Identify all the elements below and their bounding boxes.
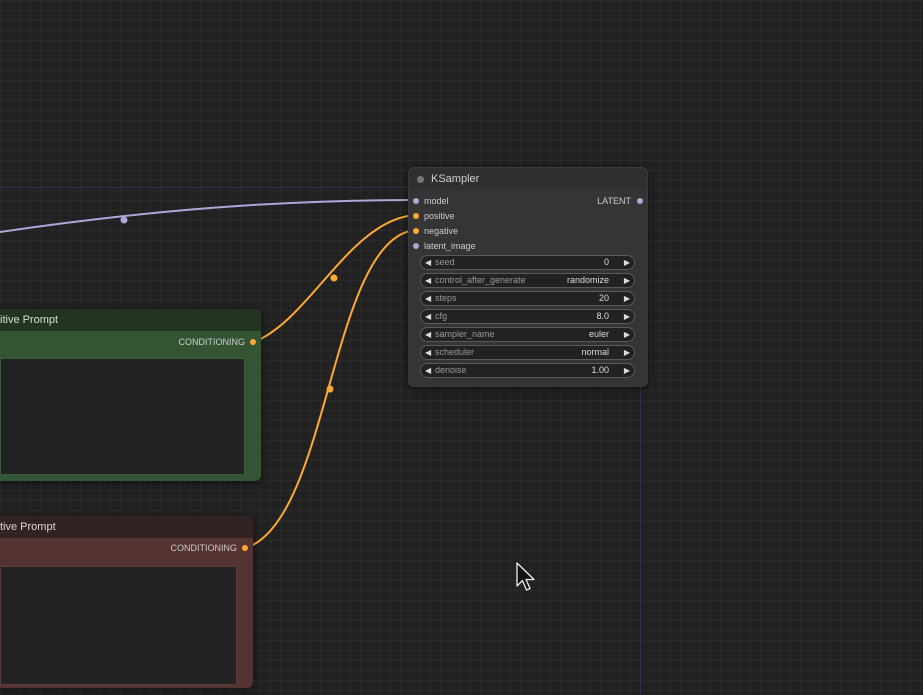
widget-value: 0 <box>603 257 609 267</box>
ksampler-node[interactable]: KSampler model positive negative latent_… <box>408 167 648 387</box>
collapse-toggle-icon[interactable] <box>417 176 424 183</box>
widget-steps[interactable]: ◀ steps 20 ▶ <box>420 291 635 306</box>
output-label-conditioning: CONDITIONING <box>170 543 238 553</box>
decrement-arrow-icon[interactable]: ◀ <box>425 274 431 287</box>
node-title-bar[interactable]: KSampler <box>409 168 647 190</box>
input-label-latent-image: latent_image <box>424 241 476 251</box>
widget-value: 8.0 <box>596 311 609 321</box>
output-slot-conditioning[interactable] <box>242 545 248 551</box>
node-title-bar[interactable]: itive Prompt <box>0 309 261 331</box>
input-slot-latent-image[interactable] <box>413 243 419 249</box>
increment-arrow-icon[interactable]: ▶ <box>624 310 630 323</box>
decrement-arrow-icon[interactable]: ◀ <box>425 364 431 377</box>
prompt-text-area[interactable] <box>0 566 237 685</box>
negative-prompt-node[interactable]: tive Prompt CONDITIONING <box>0 516 253 688</box>
input-label-model: model <box>424 196 449 206</box>
link-positive-midpoint[interactable] <box>330 274 338 282</box>
widget-cfg[interactable]: ◀ cfg 8.0 ▶ <box>420 309 635 324</box>
decrement-arrow-icon[interactable]: ◀ <box>425 310 431 323</box>
widget-sampler-name[interactable]: ◀ sampler_name euler ▶ <box>420 327 635 342</box>
widget-scheduler[interactable]: ◀ scheduler normal ▶ <box>420 345 635 360</box>
increment-arrow-icon[interactable]: ▶ <box>624 292 630 305</box>
input-slot-negative[interactable] <box>413 228 419 234</box>
input-label-negative: negative <box>424 226 459 236</box>
link-model[interactable] <box>0 199 416 233</box>
link-negative-midpoint[interactable] <box>326 385 334 393</box>
widget-value: euler <box>588 329 609 339</box>
decrement-arrow-icon[interactable]: ◀ <box>425 256 431 269</box>
increment-arrow-icon[interactable]: ▶ <box>624 274 630 287</box>
widget-denoise[interactable]: ◀ denoise 1.00 ▶ <box>420 363 635 378</box>
output-label-latent: LATENT <box>597 196 631 206</box>
decrement-arrow-icon[interactable]: ◀ <box>425 328 431 341</box>
input-slot-positive[interactable] <box>413 213 419 219</box>
widget-control-after-generate[interactable]: ◀ control_after_generate randomize ▶ <box>420 273 635 288</box>
widget-name: scheduler <box>435 347 475 357</box>
link-model-midpoint[interactable] <box>120 216 128 224</box>
widget-value: normal <box>581 347 609 357</box>
output-label-conditioning: CONDITIONING <box>178 337 246 347</box>
positive-prompt-node[interactable]: itive Prompt CONDITIONING <box>0 309 261 481</box>
node-title: itive Prompt <box>0 314 59 326</box>
node-title: tive Prompt <box>0 521 56 533</box>
output-slot-latent[interactable] <box>637 198 643 204</box>
widget-name: sampler_name <box>435 329 495 339</box>
increment-arrow-icon[interactable]: ▶ <box>624 328 630 341</box>
input-slot-model[interactable] <box>413 198 419 204</box>
widget-seed[interactable]: ◀ seed 0 ▶ <box>420 255 635 270</box>
widget-name: seed <box>435 257 455 267</box>
output-slot-conditioning[interactable] <box>250 339 256 345</box>
mouse-pointer-icon <box>516 562 535 591</box>
widget-value: 20 <box>598 293 609 303</box>
decrement-arrow-icon[interactable]: ◀ <box>425 346 431 359</box>
widget-name: cfg <box>435 311 448 321</box>
widget-name: denoise <box>435 365 467 375</box>
increment-arrow-icon[interactable]: ▶ <box>624 346 630 359</box>
prompt-text-area[interactable] <box>0 358 245 475</box>
widget-value: randomize <box>566 275 609 285</box>
widget-name: steps <box>435 293 457 303</box>
input-label-positive: positive <box>424 211 455 221</box>
widget-name: control_after_generate <box>435 275 526 285</box>
widget-value: 1.00 <box>591 365 609 375</box>
increment-arrow-icon[interactable]: ▶ <box>624 364 630 377</box>
node-title: KSampler <box>431 173 480 185</box>
increment-arrow-icon[interactable]: ▶ <box>624 256 630 269</box>
decrement-arrow-icon[interactable]: ◀ <box>425 292 431 305</box>
node-title-bar[interactable]: tive Prompt <box>0 516 253 538</box>
